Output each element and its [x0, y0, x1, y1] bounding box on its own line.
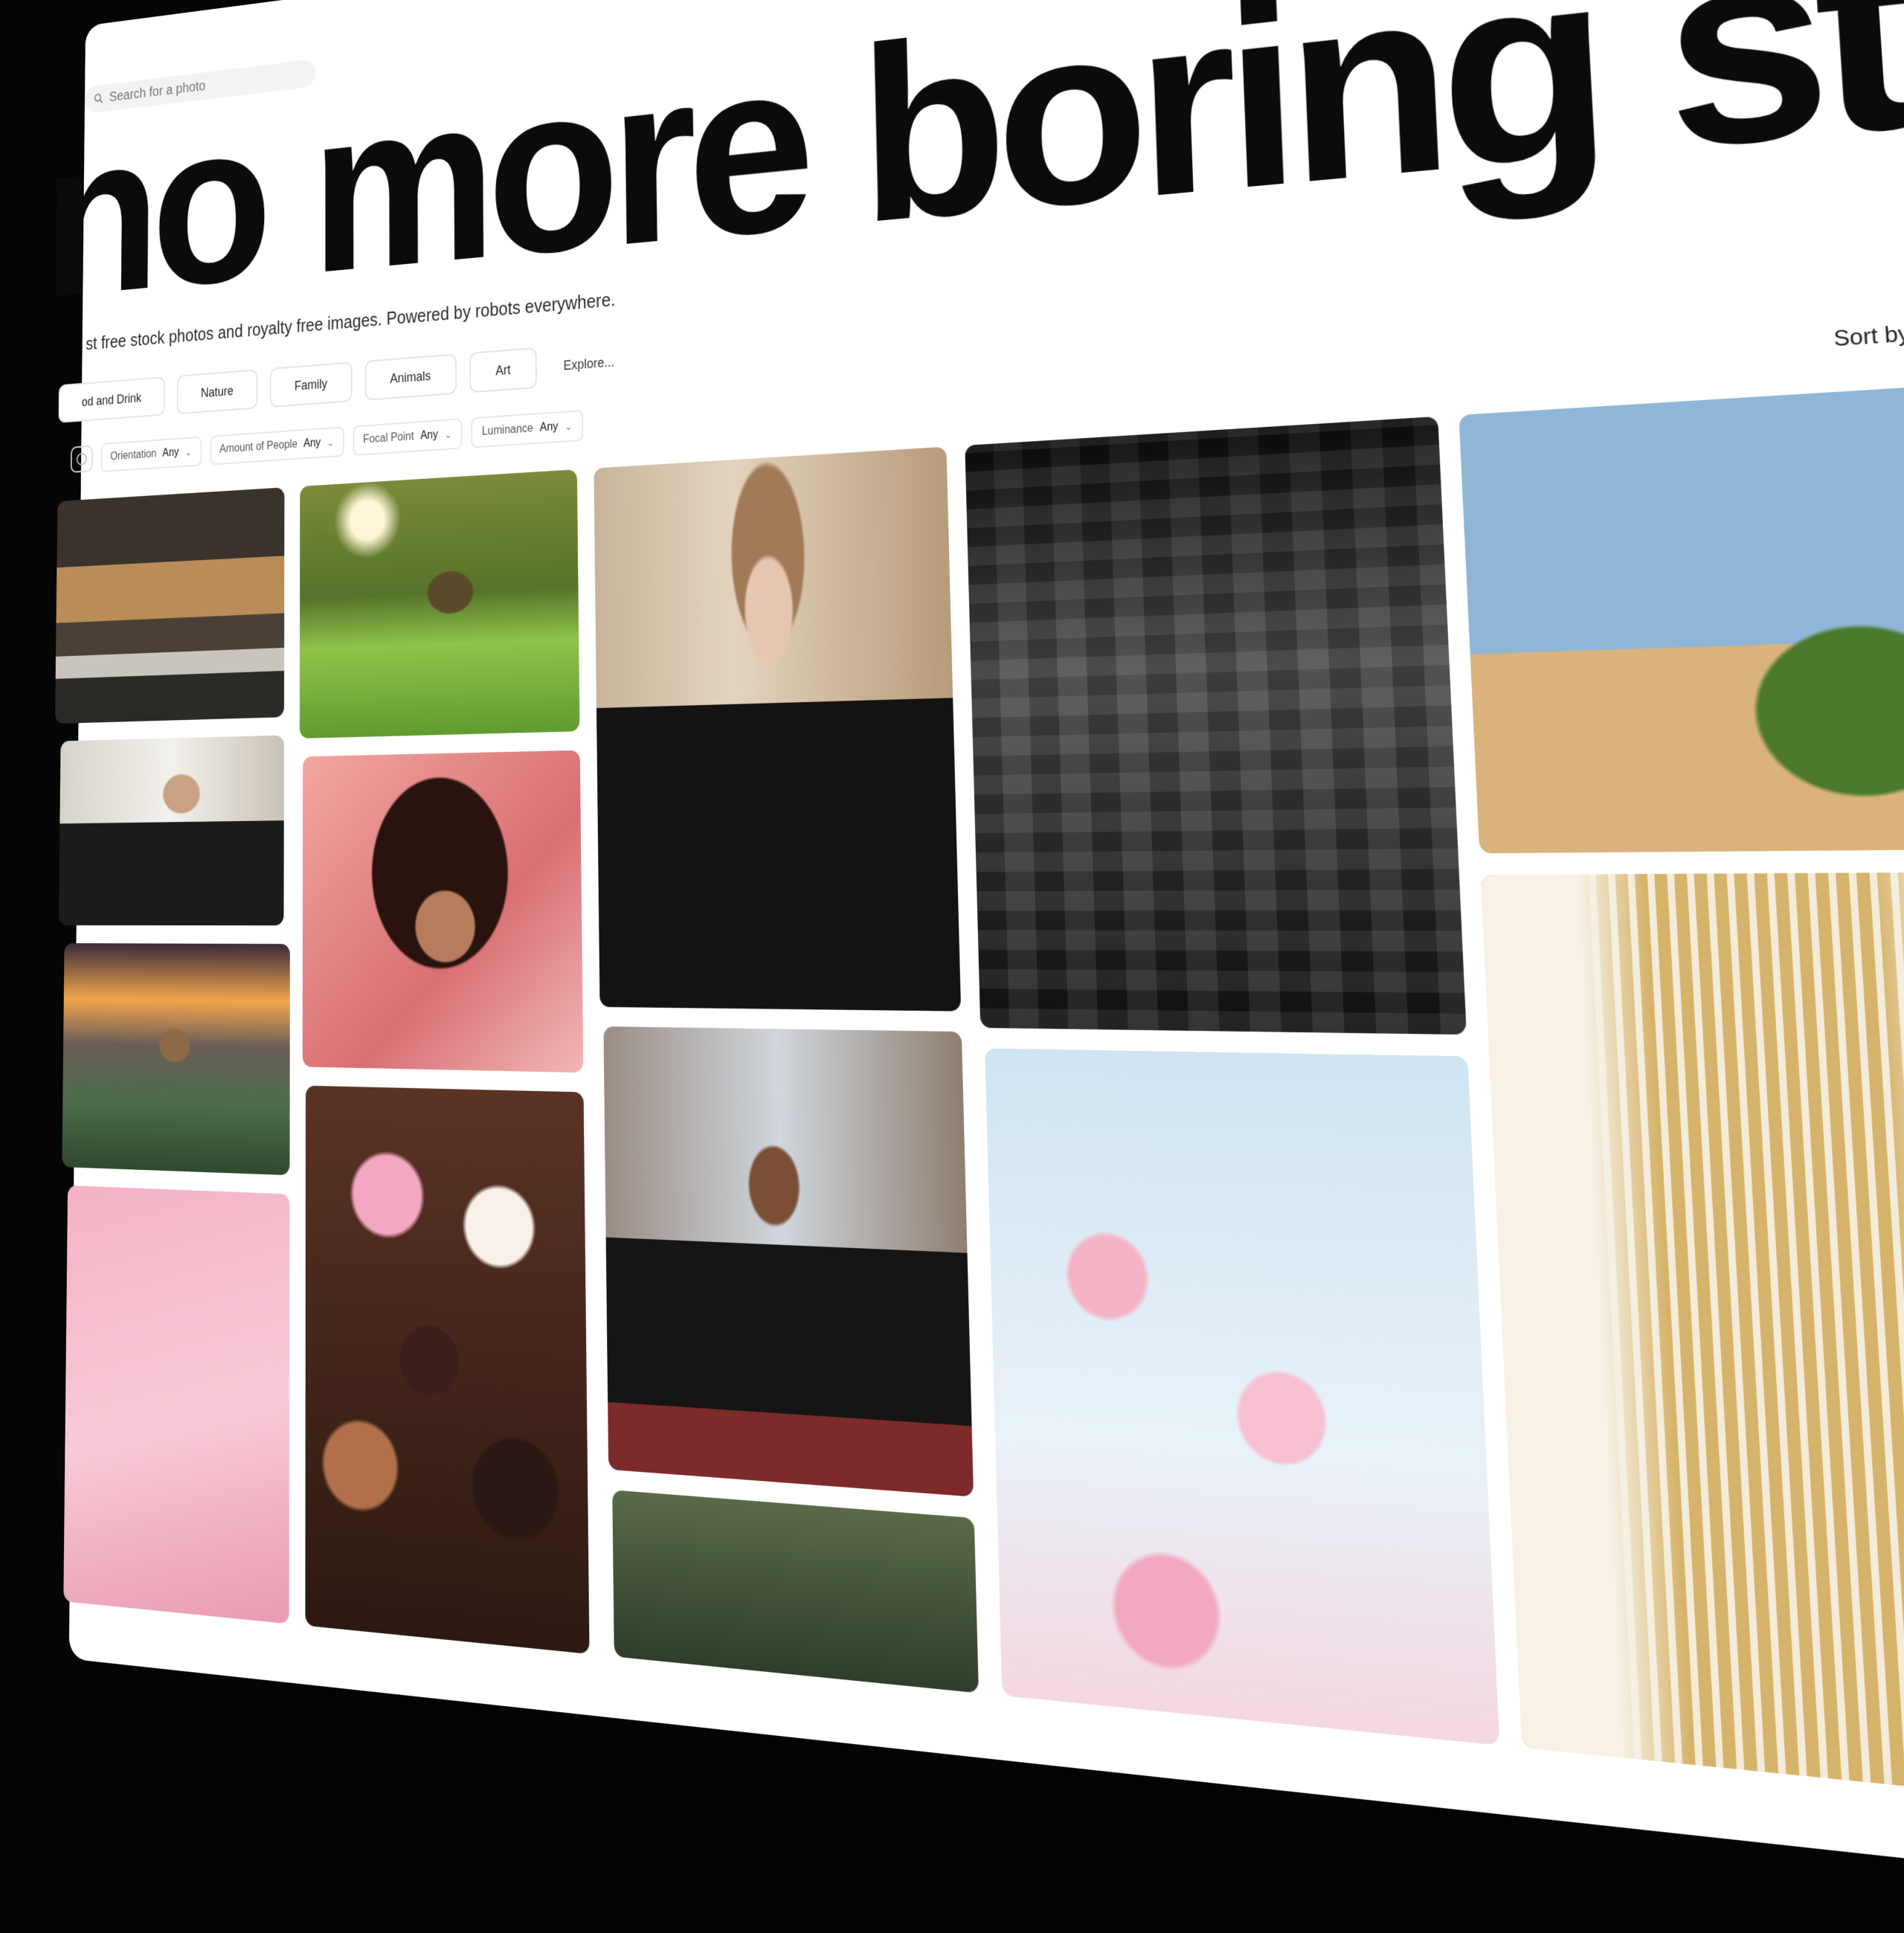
photo-desert-bush[interactable] [1458, 381, 1904, 853]
filter-value: Any [162, 446, 178, 460]
photo-woman-curly-hair[interactable] [303, 750, 584, 1073]
photo-woman-meditating-house[interactable] [55, 487, 284, 724]
category-explore-link[interactable]: Explore... [550, 341, 628, 385]
filter-focal-point[interactable]: Focal Point Any ⌄ [353, 418, 463, 456]
sort-control: Sort by ⇅ [1832, 303, 1904, 362]
filter-bar: Orientation Any ⌄ Amount of People Any ⌄… [71, 410, 584, 475]
photo-man-office[interactable] [59, 736, 284, 926]
filter-luminance[interactable]: Luminance Any ⌄ [472, 410, 584, 448]
filter-label: Orientation [110, 448, 156, 463]
filter-label: Luminance [482, 422, 533, 438]
filter-value: Any [420, 428, 438, 443]
filter-orientation[interactable]: Orientation Any ⌄ [101, 437, 202, 472]
photo-coyote-sunset[interactable] [62, 943, 290, 1175]
photo-young-man-street[interactable] [603, 1026, 974, 1497]
stock-photo-page: no more boring stock st free stock photo… [69, 0, 1904, 1906]
filter-label: Focal Point [363, 430, 414, 446]
sort-label: Sort by [1833, 320, 1904, 352]
photo-pink-abstract[interactable] [63, 1186, 289, 1624]
category-bar: od and Drink Nature Family Animals Art E… [59, 340, 628, 423]
category-nature[interactable]: Nature [177, 369, 258, 414]
chevron-down-icon: ⌄ [445, 428, 452, 440]
chevron-down-icon: ⌄ [184, 446, 192, 458]
chevron-down-icon: ⌄ [327, 436, 335, 448]
photo-olive-tree[interactable] [300, 469, 580, 739]
filter-label: Amount of People [219, 438, 298, 456]
filter-toggle[interactable] [71, 446, 93, 473]
photo-cinema-3d-glasses[interactable] [965, 416, 1467, 1035]
category-art[interactable]: Art [469, 347, 537, 393]
category-food-and-drink[interactable]: od and Drink [59, 376, 166, 423]
circle-icon [77, 453, 87, 466]
photo-pink-flowers[interactable] [985, 1049, 1499, 1746]
filter-amount-of-people[interactable]: Amount of People Any ⌄ [210, 426, 344, 465]
hero-title: no more boring stock [42, 0, 1904, 332]
chevron-down-icon: ⌄ [565, 419, 573, 433]
photo-woman-black-lace[interactable] [594, 447, 961, 1011]
filter-value: Any [303, 437, 321, 451]
photo-plant[interactable] [612, 1490, 979, 1693]
photo-donuts[interactable] [305, 1086, 589, 1654]
category-animals[interactable]: Animals [365, 353, 457, 400]
photo-pipe-organ[interactable] [1481, 872, 1904, 1807]
filter-value: Any [540, 420, 559, 434]
category-family[interactable]: Family [270, 361, 353, 408]
